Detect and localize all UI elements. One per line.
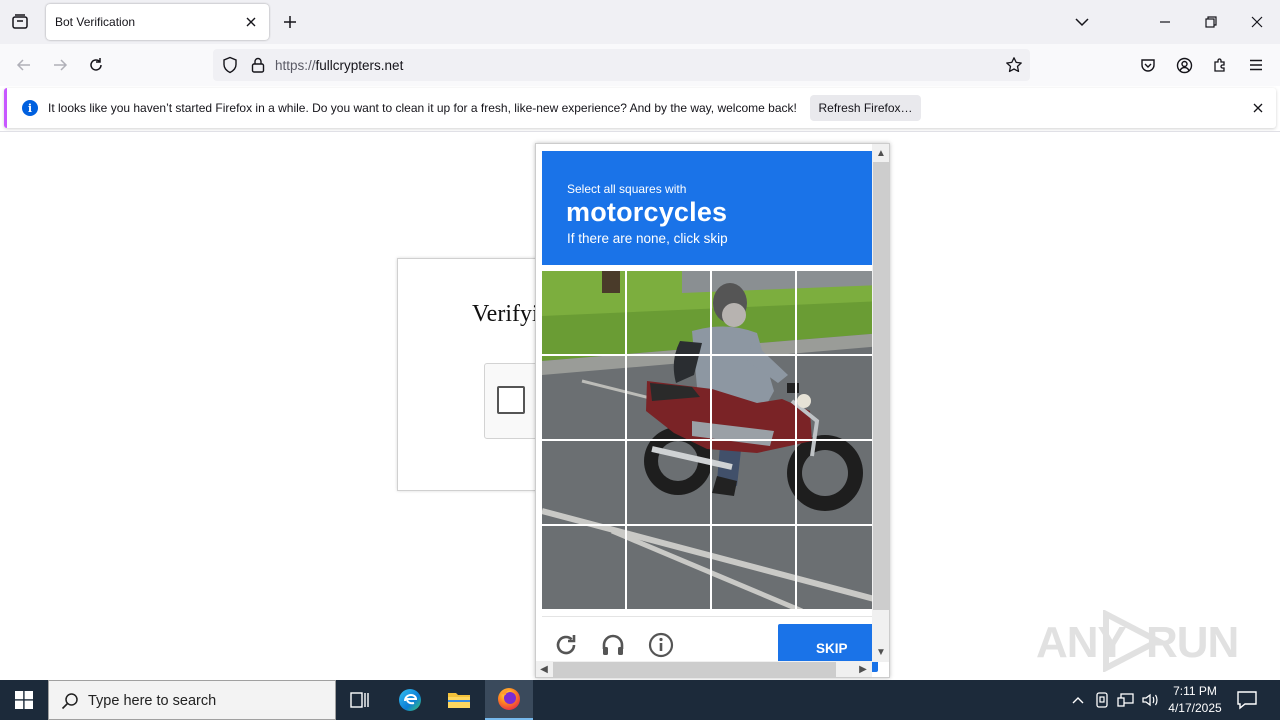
pocket-icon[interactable] (1137, 54, 1159, 76)
captcha-tile[interactable] (797, 441, 872, 524)
search-placeholder: Type here to search (88, 693, 217, 709)
captcha-tile[interactable] (797, 356, 872, 439)
challenge-instruction: Select all squares with (567, 182, 687, 196)
captcha-tile-image (627, 526, 710, 609)
captcha-tile[interactable] (627, 271, 710, 354)
clock-date: 4/17/2025 (1168, 701, 1222, 715)
clock-time: 7:11 PM (1173, 684, 1217, 698)
close-icon[interactable] (1250, 100, 1266, 116)
menu-hamburger-icon[interactable] (1245, 54, 1267, 76)
extensions-icon[interactable] (1209, 54, 1231, 76)
horizontal-scrollbar[interactable]: ◀ ▶ (536, 661, 872, 677)
captcha-tile-image (627, 441, 710, 524)
captcha-tile[interactable] (627, 441, 710, 524)
audio-headphones-icon[interactable] (599, 631, 627, 659)
reload-icon[interactable] (552, 631, 580, 659)
captcha-tile[interactable] (542, 271, 625, 354)
firefox-icon[interactable] (485, 680, 533, 720)
chevron-up-icon[interactable] (1068, 690, 1088, 710)
info-icon[interactable] (647, 631, 675, 659)
captcha-tile[interactable] (542, 441, 625, 524)
captcha-tile-image (797, 271, 872, 354)
navigation-toolbar: https://fullcrypters.net (0, 44, 1280, 86)
tab-title: Bot Verification (55, 15, 136, 29)
new-tab-button[interactable] (280, 12, 300, 32)
network-icon[interactable] (1116, 690, 1136, 710)
vertical-scrollbar[interactable]: ▲ ▼ (872, 144, 889, 662)
captcha-tile-image (712, 441, 795, 524)
captcha-tile-image (627, 271, 710, 354)
challenge-subtext: If there are none, click skip (567, 231, 728, 246)
task-view-icon[interactable] (336, 680, 384, 720)
volume-icon[interactable] (1140, 690, 1160, 710)
minimize-icon[interactable] (1155, 12, 1175, 32)
captcha-tile[interactable] (797, 526, 872, 609)
challenge-footer: SKIP (542, 616, 878, 672)
content-divider (0, 131, 1280, 132)
windows-start-icon[interactable] (0, 680, 48, 720)
captcha-tile-image (712, 356, 795, 439)
captcha-tile-image (542, 441, 625, 524)
captcha-challenge-popup: Select all squares with motorcycles If t… (535, 143, 890, 678)
captcha-checkbox[interactable] (497, 386, 525, 414)
captcha-tile-image (542, 526, 625, 609)
chevron-down-icon[interactable] (1072, 12, 1092, 32)
captcha-tile[interactable] (712, 526, 795, 609)
firefox-view-icon[interactable] (8, 10, 32, 34)
device-icon[interactable] (1092, 690, 1112, 710)
scroll-right-icon[interactable]: ▶ (855, 661, 871, 677)
captcha-tile-image (542, 356, 625, 439)
scrollbar-thumb[interactable] (553, 662, 836, 677)
taskbar-search-input[interactable]: Type here to search (48, 680, 336, 720)
file-explorer-icon[interactable] (435, 680, 483, 720)
page-title: Verifyi (472, 301, 539, 327)
notification-center-icon[interactable] (1236, 690, 1258, 710)
url-text: https://fullcrypters.net (275, 58, 404, 73)
reload-icon[interactable] (85, 54, 107, 76)
captcha-tile-image (712, 271, 795, 354)
window-close-icon[interactable] (1247, 12, 1267, 32)
refresh-firefox-button[interactable]: Refresh Firefox… (810, 95, 921, 121)
edge-icon[interactable] (386, 680, 434, 720)
captcha-tile[interactable] (627, 526, 710, 609)
captcha-tile-image (712, 526, 795, 609)
captcha-tile[interactable] (712, 356, 795, 439)
notification-message: It looks like you haven’t started Firefo… (48, 101, 797, 115)
captcha-tile[interactable] (712, 441, 795, 524)
address-bar[interactable]: https://fullcrypters.net (213, 49, 1030, 81)
tab-bot-verification[interactable]: Bot Verification (46, 4, 269, 40)
scrollbar-thumb[interactable] (873, 162, 889, 610)
captcha-tile-image (627, 356, 710, 439)
lock-icon[interactable] (249, 56, 267, 74)
captcha-tile-image (797, 356, 872, 439)
refresh-firefox-notification: i It looks like you haven’t started Fire… (4, 88, 1276, 128)
captcha-tile[interactable] (627, 356, 710, 439)
challenge-target: motorcycles (566, 197, 728, 227)
windows-taskbar: Type here to search 7:11 PM 4/17/2025 (0, 680, 1280, 720)
account-icon[interactable] (1173, 54, 1195, 76)
bookmark-star-icon[interactable] (1005, 56, 1023, 74)
info-icon: i (22, 100, 38, 116)
restore-icon[interactable] (1201, 12, 1221, 32)
challenge-header: Select all squares with motorcycles If t… (542, 151, 872, 265)
captcha-tile-image (797, 526, 872, 609)
captcha-tile[interactable] (712, 271, 795, 354)
captcha-tile[interactable] (542, 526, 625, 609)
anyrun-watermark: ANY RUN (1036, 608, 1239, 672)
tracking-shield-icon[interactable] (221, 56, 239, 74)
captcha-tile-image (797, 441, 872, 524)
scroll-up-icon[interactable]: ▲ (873, 145, 889, 161)
captcha-tile[interactable] (797, 271, 872, 354)
captcha-tile-image (542, 271, 625, 354)
captcha-tile[interactable] (542, 356, 625, 439)
image-grid (542, 271, 872, 610)
forward-arrow-icon[interactable] (49, 54, 71, 76)
scroll-down-icon[interactable]: ▼ (873, 644, 889, 660)
scroll-left-icon[interactable]: ◀ (536, 661, 552, 677)
close-icon[interactable] (242, 13, 260, 31)
search-icon (61, 693, 78, 710)
back-arrow-icon[interactable] (13, 54, 35, 76)
tab-strip: Bot Verification (0, 0, 1280, 44)
system-clock[interactable]: 7:11 PM 4/17/2025 (1160, 683, 1230, 717)
